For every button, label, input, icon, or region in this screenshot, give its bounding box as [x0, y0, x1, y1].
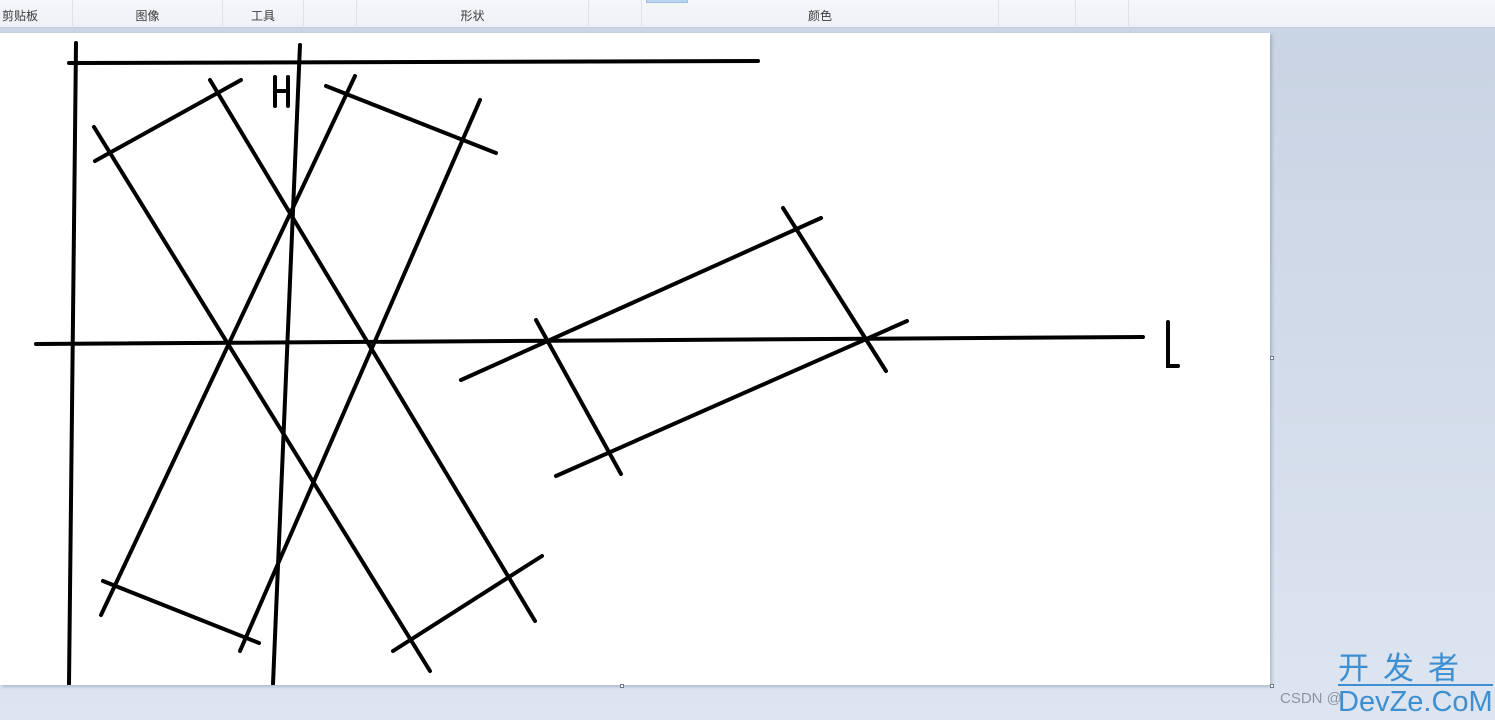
stroke-l-shape [1166, 320, 1180, 368]
ribbon-group-label-clipboard: 剪贴板 [2, 9, 39, 23]
watermark-cn: 开发者 [1338, 651, 1473, 687]
stroke-top-horizontal [67, 59, 760, 65]
canvas-drawing: H L [34, 41, 1180, 685]
stroke-line-l [34, 335, 1145, 346]
drawing-canvas[interactable]: H L [0, 33, 1270, 685]
ribbon-group-tools[interactable]: 工具 [223, 0, 304, 28]
stroke-diagonal-d [238, 98, 482, 653]
ribbon-group-label-image: 图像 [135, 9, 160, 23]
ribbon-group-image[interactable]: 图像 [73, 0, 223, 28]
ribbon-group-colors[interactable]: 颜色 [642, 0, 999, 28]
stroke-rect-top [459, 216, 823, 382]
ribbon-group-size[interactable] [589, 0, 642, 28]
stroke-diagonal-c [99, 74, 357, 617]
canvas-resize-handle-right[interactable] [1270, 356, 1274, 360]
ribbon-group-label-colors: 颜色 [807, 9, 832, 23]
stroke-diagonal-a [92, 125, 432, 673]
watermark-en: DevZe.CoM [1338, 684, 1493, 718]
stroke-cap-bottom-right [391, 554, 544, 653]
watermark-csdn: CSDN @ [1280, 690, 1342, 707]
ribbon-group-brushes[interactable] [304, 0, 357, 28]
ribbon-group-label-tools: 工具 [250, 9, 275, 23]
ribbon-group-edit-colors[interactable] [999, 0, 1076, 28]
stroke-rect-left [534, 318, 623, 476]
ribbon-group-clipboard[interactable]: 剪贴板 [0, 0, 73, 28]
ribbon-group-paint3d[interactable] [1076, 0, 1129, 28]
canvas-resize-handle-bottom[interactable] [620, 684, 624, 688]
stroke-left-vertical [67, 41, 78, 685]
stroke-rect-right [781, 206, 888, 373]
watermark: CSDN @ 开发者 DevZe.CoM [1280, 652, 1495, 720]
stroke-cap-top-left [93, 78, 243, 163]
ribbon-selection-indicator [646, 0, 688, 3]
ribbon-group-shapes[interactable]: 形状 [357, 0, 589, 28]
stroke-middle-vertical [271, 43, 302, 685]
canvas-resize-handle-corner[interactable] [1270, 684, 1274, 688]
stroke-cap-bottom-left [101, 579, 261, 645]
ribbon-group-label-shapes: 形状 [460, 9, 485, 23]
ribbon-group-labels: 剪贴板 图像 工具 形状 颜色 [0, 0, 1495, 28]
